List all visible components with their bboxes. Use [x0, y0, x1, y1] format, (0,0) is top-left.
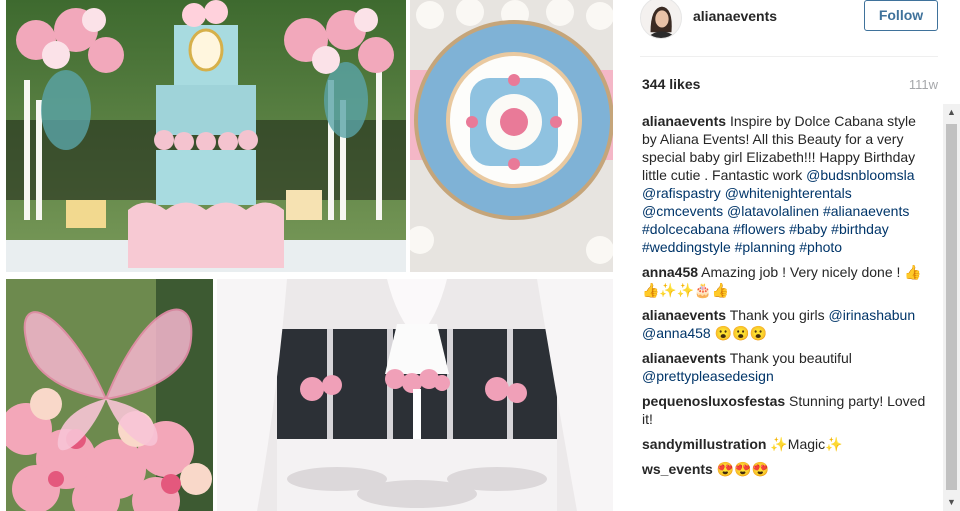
comment-text: Thank you girls [729, 307, 825, 323]
comment-username[interactable]: anna458 [642, 264, 698, 280]
comment-text: ✨Magic✨ [770, 436, 843, 452]
likes-count[interactable]: 344 likes [642, 76, 700, 92]
comment: alianaevents Thank you beautiful @pretty… [642, 349, 934, 385]
comment-username[interactable]: pequenosluxosfestas [642, 393, 785, 409]
header-divider [640, 56, 938, 57]
caption-tag[interactable]: @budsnbloomsla [806, 167, 914, 183]
post-timestamp[interactable]: 111w [909, 77, 938, 92]
caption-tag[interactable]: #planning [735, 239, 796, 255]
caption-tag[interactable]: @rafispastry [642, 185, 721, 201]
comment-list: alianaevents Inspire by Dolce Cabana sty… [642, 112, 934, 511]
follow-button[interactable]: Follow [864, 0, 938, 31]
caption-tag[interactable]: @latavolalinen [727, 203, 819, 219]
comment-tag[interactable]: @irinashabun [829, 307, 916, 323]
caption-tag[interactable]: #weddingstyle [642, 239, 731, 255]
cake-photo [6, 0, 406, 272]
caption-tag[interactable]: #photo [799, 239, 842, 255]
scroll-up-arrow-icon[interactable]: ▲ [943, 104, 960, 121]
comment: alianaevents Thank you girls @irinashabu… [642, 306, 934, 342]
plate-photo [410, 0, 613, 272]
avatar[interactable] [640, 0, 682, 39]
scroll-down-arrow-icon[interactable]: ▼ [943, 494, 960, 511]
post-photo-collage[interactable] [0, 0, 618, 511]
comment-username[interactable]: sandymillustration [642, 436, 766, 452]
comment: pequenosluxosfestas Stunning party! Love… [642, 392, 934, 428]
caption-tag[interactable]: @cmcevents [642, 203, 723, 219]
comment-emoji: 😮😮😮 [714, 325, 767, 341]
caption-tag[interactable]: #alianaevents [823, 203, 909, 219]
comment-username[interactable]: ws_events [642, 461, 713, 477]
caption-tag[interactable]: @whitenighterentals [725, 185, 852, 201]
comment-tag[interactable]: @anna458 [642, 325, 711, 341]
caption-tag[interactable]: #birthday [831, 221, 889, 237]
caption: alianaevents Inspire by Dolce Cabana sty… [642, 112, 934, 256]
scroll-thumb[interactable] [946, 124, 957, 490]
venue-hall-photo [217, 279, 613, 511]
comment-username[interactable]: alianaevents [642, 350, 726, 366]
comment-text: 😍😍😍 [716, 461, 770, 477]
post-author-username[interactable]: alianaevents [693, 8, 777, 24]
comment-tag[interactable]: @prettypleasedesign [642, 368, 774, 384]
caption-username[interactable]: alianaevents [642, 113, 726, 129]
comment-text: Thank you beautiful [729, 350, 852, 366]
comment: sandymillustration ✨Magic✨ [642, 435, 934, 453]
comment: anna458 Amazing job ! Very nicely done !… [642, 263, 934, 299]
caption-tag[interactable]: #flowers [733, 221, 785, 237]
post-details-panel: alianaevents Follow 344 likes 111w alian… [618, 0, 960, 511]
post-header: alianaevents Follow [618, 0, 960, 56]
comment-text: Amazing job ! Very nicely done ! [701, 264, 901, 280]
butterfly-flowers-photo [6, 279, 213, 511]
comment: ws_events 😍😍😍 [642, 460, 934, 478]
comments-scrollbar[interactable]: ▲ ▼ [943, 104, 960, 511]
comment-username[interactable]: alianaevents [642, 307, 726, 323]
caption-tag[interactable]: #baby [789, 221, 827, 237]
caption-tag[interactable]: #dolcecabana [642, 221, 729, 237]
